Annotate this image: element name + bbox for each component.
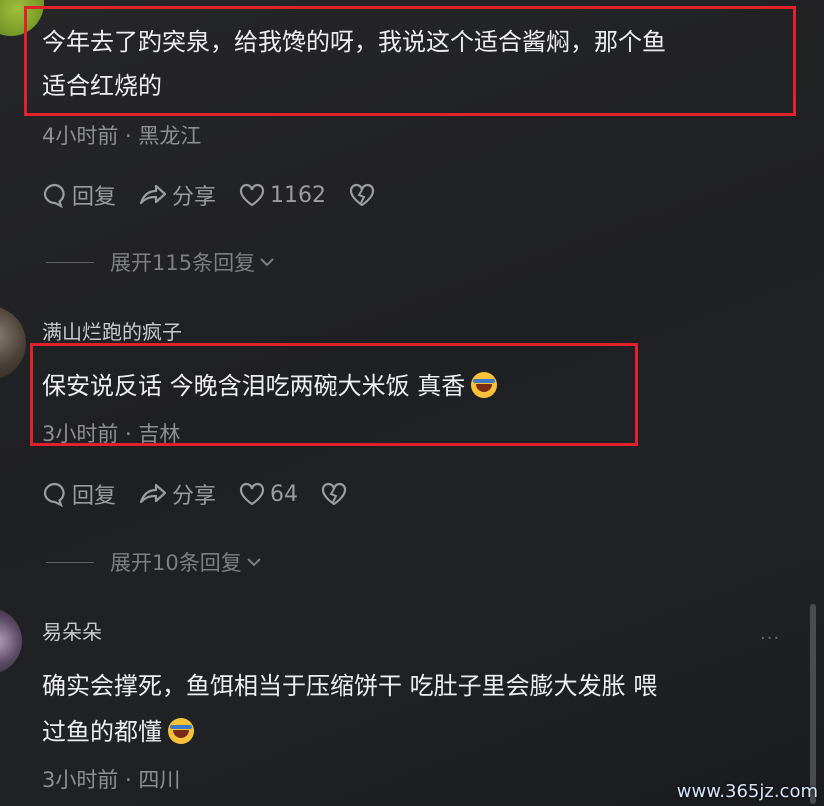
reply-button[interactable]: 回复 xyxy=(42,478,116,510)
comment-text-content: 过鱼的都懂 xyxy=(42,718,162,746)
like-count: 64 xyxy=(270,481,299,507)
heart-icon xyxy=(239,482,265,506)
expand-label: 展开115条回复 xyxy=(110,251,256,275)
divider xyxy=(46,261,94,263)
share-label: 分享 xyxy=(172,185,217,210)
chevron-down-icon xyxy=(247,558,261,567)
expand-replies[interactable]: 展开115条回复 xyxy=(46,247,275,277)
username[interactable]: 易朵朵 xyxy=(42,616,102,645)
comment-text: 适合红烧的 xyxy=(42,72,162,100)
share-label: 分享 xyxy=(172,484,217,509)
heart-icon xyxy=(239,183,265,207)
dislike-button[interactable] xyxy=(348,182,380,208)
reply-button[interactable]: 回复 xyxy=(42,179,116,211)
share-icon xyxy=(139,184,167,205)
share-button[interactable]: 分享 xyxy=(138,179,216,211)
avatar[interactable] xyxy=(0,306,26,380)
scrollbar[interactable] xyxy=(810,604,816,804)
username[interactable]: 满山烂跑的疯子 xyxy=(42,316,182,345)
comment-actions: 回复 分享 1162 xyxy=(42,178,402,212)
comment-text: 过鱼的都懂 xyxy=(42,710,194,754)
comment-meta: 3小时前 · 四川 xyxy=(42,768,181,792)
like-button[interactable]: 64 xyxy=(238,481,298,507)
like-count: 1162 xyxy=(270,182,327,208)
comment-meta: 3小时前 · 吉林 xyxy=(42,422,181,446)
broken-heart-icon xyxy=(349,183,375,207)
comment-text: 今年去了趵突泉，给我馋的呀，我说这个适合酱焖，那个鱼 xyxy=(42,28,666,56)
reply-label: 回复 xyxy=(72,484,117,509)
rofl-emoji-icon xyxy=(471,372,498,398)
dislike-button[interactable] xyxy=(320,481,352,507)
like-button[interactable]: 1162 xyxy=(238,182,326,208)
expand-replies[interactable]: 展开10条回复 xyxy=(46,547,262,577)
watermark: www.365jz.com xyxy=(676,781,818,802)
more-options-icon[interactable]: ··· xyxy=(760,628,780,649)
comment-text: 确实会撑死，鱼饵相当于压缩饼干 吃肚子里会膨大发胀 喂 xyxy=(42,672,658,700)
expand-label: 展开10条回复 xyxy=(110,551,242,575)
comment-actions: 回复 分享 64 xyxy=(42,477,374,511)
chevron-down-icon xyxy=(260,258,274,267)
reply-icon xyxy=(43,482,65,507)
divider xyxy=(46,561,94,563)
share-button[interactable]: 分享 xyxy=(138,478,216,510)
avatar[interactable] xyxy=(0,608,22,674)
share-icon xyxy=(139,483,167,504)
broken-heart-icon xyxy=(321,482,347,506)
rofl-emoji-icon xyxy=(168,718,194,744)
comment-text: 保安说反话 今晚含泪吃两碗大米饭 真香 xyxy=(42,364,498,408)
reply-icon xyxy=(43,183,65,208)
reply-label: 回复 xyxy=(72,185,117,210)
comment-text-content: 保安说反话 今晚含泪吃两碗大米饭 真香 xyxy=(42,372,466,400)
comment-meta: 4小时前 · 黑龙江 xyxy=(42,124,202,148)
